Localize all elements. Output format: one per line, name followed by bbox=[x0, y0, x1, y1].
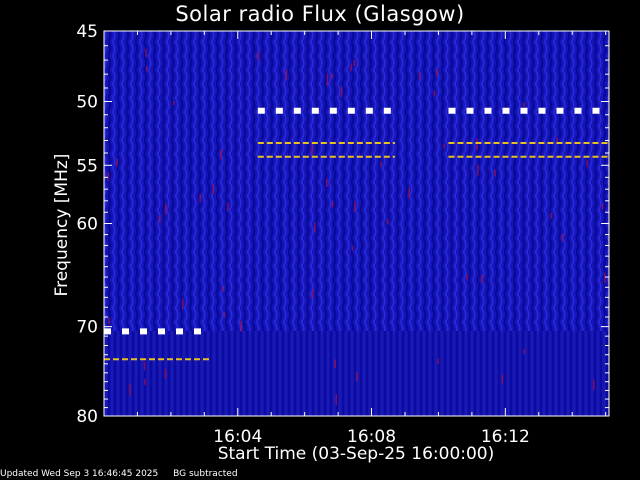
emission-speck bbox=[159, 215, 161, 223]
emission-speck bbox=[436, 68, 438, 77]
y-tick-label: 60 bbox=[76, 215, 98, 235]
emission-speck bbox=[325, 178, 328, 187]
emission-speck bbox=[144, 379, 146, 385]
emission-speck bbox=[523, 348, 526, 354]
emission-speck bbox=[334, 359, 336, 369]
emission-speck bbox=[550, 212, 552, 219]
x-axis-label: Start Time (03-Sep-25 16:00:00) bbox=[217, 444, 495, 464]
y-tick-label: 50 bbox=[76, 93, 98, 113]
emission-speck bbox=[212, 184, 215, 195]
emission-speck bbox=[331, 201, 334, 208]
emission-speck bbox=[601, 203, 604, 210]
emission-speck bbox=[223, 312, 226, 318]
bg-note: BG subtracted bbox=[173, 469, 238, 479]
spectrogram-plot: 45505560708016:04 16:08 16:12 bbox=[76, 22, 610, 447]
emission-speck bbox=[353, 59, 355, 67]
emission-speck bbox=[419, 72, 421, 80]
emission-speck bbox=[355, 371, 358, 382]
emission-speck bbox=[354, 201, 356, 212]
emission-speck bbox=[335, 393, 338, 406]
emission-speck bbox=[285, 69, 288, 81]
y-tick-label: 70 bbox=[76, 318, 98, 338]
emission-speck bbox=[227, 202, 229, 211]
emission-speck bbox=[561, 233, 564, 242]
emission-speck bbox=[481, 274, 483, 284]
emission-speck bbox=[311, 144, 313, 156]
emission-speck bbox=[408, 187, 410, 198]
emission-speck bbox=[494, 169, 496, 177]
emission-speck bbox=[340, 86, 343, 98]
emission-speck bbox=[129, 383, 131, 396]
emission-speck bbox=[556, 137, 559, 142]
emission-speck bbox=[466, 274, 468, 281]
emission-speck bbox=[222, 286, 225, 292]
emission-speck bbox=[312, 289, 314, 299]
emission-speck bbox=[164, 203, 167, 215]
emission-speck bbox=[145, 65, 148, 72]
emission-speck bbox=[108, 317, 110, 325]
emission-speck bbox=[350, 64, 353, 72]
y-tick-label: 80 bbox=[76, 407, 98, 427]
emission-speck bbox=[443, 143, 445, 149]
emission-speck bbox=[313, 222, 316, 233]
emission-speck bbox=[501, 374, 504, 384]
y-tick-label: 55 bbox=[76, 156, 98, 176]
emission-speck bbox=[433, 90, 436, 97]
y-tick-label: 45 bbox=[76, 22, 98, 42]
emission-speck bbox=[173, 101, 175, 106]
emission-speck bbox=[145, 48, 147, 57]
emission-speck bbox=[143, 361, 146, 371]
emission-speck bbox=[586, 159, 588, 168]
emission-speck bbox=[240, 320, 243, 332]
emission-speck bbox=[164, 369, 167, 379]
y-axis-label: Frequency [MHz] bbox=[52, 153, 72, 297]
emission-speck bbox=[523, 102, 525, 107]
emission-speck bbox=[107, 172, 110, 182]
emission-speck bbox=[603, 272, 606, 284]
emission-speck bbox=[387, 218, 389, 225]
emission-speck bbox=[326, 73, 329, 86]
emission-speck bbox=[181, 299, 184, 309]
emission-speck bbox=[593, 379, 595, 391]
emission-speck bbox=[476, 138, 478, 151]
emission-speck bbox=[437, 358, 439, 365]
heatmap-background bbox=[104, 31, 609, 416]
footer: Updated Wed Sep 3 16:46:45 2025 BG subtr… bbox=[0, 469, 250, 479]
emission-speck bbox=[116, 159, 118, 166]
updated-timestamp: Updated Wed Sep 3 16:46:45 2025 bbox=[0, 469, 159, 479]
emission-speck bbox=[331, 73, 333, 79]
emission-speck bbox=[257, 51, 260, 61]
emission-speck bbox=[477, 164, 479, 176]
emission-speck bbox=[199, 194, 202, 203]
emission-speck bbox=[351, 245, 354, 251]
emission-speck bbox=[380, 161, 382, 167]
emission-speck bbox=[220, 149, 222, 160]
